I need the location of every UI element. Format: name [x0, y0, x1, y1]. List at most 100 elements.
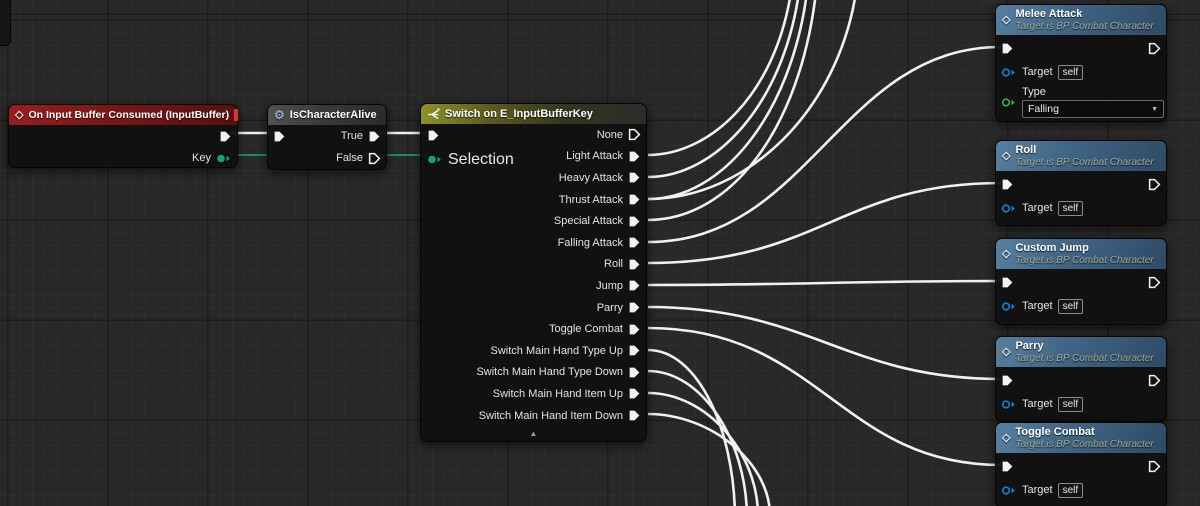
exec-out-pin[interactable]: [219, 130, 232, 143]
target-value-box[interactable]: self: [1058, 397, 1084, 412]
exec-out-pin[interactable]: [628, 236, 641, 249]
switch-output-row: Thrust Attack: [421, 189, 646, 211]
exec-in-pin[interactable]: [1001, 460, 1014, 473]
target-value-box[interactable]: self: [1058, 299, 1084, 314]
type-pin[interactable]: [1001, 97, 1017, 108]
exec-out-pin[interactable]: [628, 344, 641, 357]
exec-out-pin[interactable]: [628, 323, 641, 336]
wire-jump-to-custom-jump: [648, 281, 1001, 285]
exec-out-pin[interactable]: [628, 301, 641, 314]
exec-out-pin[interactable]: [1148, 42, 1161, 55]
event-diamond-icon: ◇: [1002, 249, 1010, 260]
target-value-box[interactable]: self: [1058, 65, 1084, 80]
exec-in-pin[interactable]: [1001, 42, 1014, 55]
delegate-box-icon[interactable]: [234, 109, 238, 121]
collapse-arrow-icon[interactable]: ▲: [421, 426, 646, 441]
node-toggle-combat: ◇ Toggle Combat Target is BP Combat Char…: [995, 422, 1167, 506]
node-is-character-alive: ⚙ IsCharacterAlive True False: [267, 104, 387, 170]
exec-row: [996, 171, 1166, 197]
offscreen-node-corner: [0, 0, 11, 46]
exec-in-pin[interactable]: [1001, 178, 1014, 191]
target-pin[interactable]: [1001, 485, 1017, 496]
selection-pin[interactable]: [427, 154, 443, 165]
node-header[interactable]: ◇ Roll Target is BP Combat Character: [996, 141, 1166, 171]
exec-out-pin[interactable]: [1148, 374, 1161, 387]
switch-output-label: Parry: [597, 302, 623, 314]
node-header[interactable]: Switch on E_InputBufferKey: [421, 104, 646, 124]
wire-roll-to-roll: [648, 183, 1001, 263]
switch-output-label: Switch Main Hand Item Up: [493, 388, 623, 400]
exec-in-pin[interactable]: [427, 129, 440, 142]
switch-output-row: None: [421, 124, 646, 146]
node-header[interactable]: ◇ Melee Attack Target is BP Combat Chara…: [996, 5, 1166, 35]
target-pin-row: Target self: [996, 393, 1166, 415]
true-exec-pin[interactable]: [368, 130, 381, 143]
node-on-input-buffer-consumed: ◇ On Input Buffer Consumed (InputBuffer)…: [8, 104, 238, 168]
exec-out-pin[interactable]: [628, 366, 641, 379]
switch-output-row: Roll: [421, 254, 646, 276]
switch-output-label: Switch Main Hand Type Up: [491, 345, 623, 357]
key-pin[interactable]: [216, 153, 232, 164]
exec-out-pin[interactable]: [628, 128, 641, 141]
exec-out-pin[interactable]: [628, 279, 641, 292]
node-header[interactable]: ⚙ IsCharacterAlive: [268, 105, 386, 125]
node-title: Custom Jump: [1015, 242, 1153, 254]
switch-output-row: Special Attack: [421, 210, 646, 232]
switch-output-label: Heavy Attack: [559, 172, 623, 184]
switch-output-row: Parry: [421, 297, 646, 319]
exec-out-pin[interactable]: [1148, 460, 1161, 473]
switch-output-row: Switch Main Hand Item Down: [421, 405, 646, 427]
node-header[interactable]: ◇ Parry Target is BP Combat Character: [996, 337, 1166, 367]
switch-body: Selection NoneLight AttackHeavy AttackTh…: [421, 124, 646, 441]
exec-in-pin[interactable]: [273, 130, 286, 143]
wire-smh-item-down-offscreen-bottom: [648, 414, 770, 506]
exec-out-pin[interactable]: [1148, 276, 1161, 289]
node-header[interactable]: ◇ On Input Buffer Consumed (InputBuffer): [9, 105, 237, 125]
node-title: Parry: [1015, 340, 1153, 352]
target-value-box[interactable]: self: [1058, 483, 1084, 498]
exec-out-pin[interactable]: [628, 409, 641, 422]
exec-out-pin[interactable]: [628, 387, 641, 400]
event-diamond-icon: ◇: [15, 110, 23, 121]
node-subtitle: Target is BP Combat Character: [1015, 157, 1153, 168]
target-pin-row: Target self: [996, 61, 1166, 83]
switch-output-label: Switch Main Hand Item Down: [479, 410, 623, 422]
target-pin-row: Target self: [996, 197, 1166, 219]
type-pin-row: Type Falling ▼: [996, 83, 1166, 121]
blueprint-graph-canvas[interactable]: ◇ On Input Buffer Consumed (InputBuffer)…: [0, 0, 1200, 506]
node-title: Roll: [1015, 144, 1153, 156]
target-pin-row: Target self: [996, 479, 1166, 501]
exec-row: [996, 269, 1166, 295]
selection-row: Selection: [427, 151, 514, 169]
switch-output-label: Falling Attack: [558, 237, 623, 249]
exec-in-row: [427, 129, 440, 142]
exec-out-pin[interactable]: [628, 150, 641, 163]
exec-out-pin[interactable]: [628, 215, 641, 228]
switch-output-row: Heavy Attack: [421, 167, 646, 189]
event-diamond-icon: ◇: [1002, 347, 1010, 358]
type-dropdown[interactable]: Falling ▼: [1022, 100, 1164, 118]
node-header[interactable]: ◇ Custom Jump Target is BP Combat Charac…: [996, 239, 1166, 269]
wire-falling-attack-to-melee: [648, 47, 1001, 242]
dropdown-caret-icon: ▼: [1151, 106, 1158, 113]
exec-out-pin[interactable]: [628, 171, 641, 184]
node-subtitle: Target is BP Combat Character: [1015, 255, 1153, 266]
node-header[interactable]: ◇ Toggle Combat Target is BP Combat Char…: [996, 423, 1166, 453]
switch-output-label: Special Attack: [554, 215, 623, 227]
target-pin[interactable]: [1001, 203, 1017, 214]
false-exec-pin[interactable]: [368, 152, 381, 165]
exec-out-pin[interactable]: [628, 258, 641, 271]
target-pin[interactable]: [1001, 67, 1017, 78]
target-value-box[interactable]: self: [1058, 201, 1084, 216]
switch-output-label: Toggle Combat: [549, 323, 623, 335]
node-title: IsCharacterAlive: [290, 105, 377, 125]
exec-in-pin[interactable]: [1001, 374, 1014, 387]
node-subtitle: Target is BP Combat Character: [1015, 439, 1153, 450]
exec-in-pin[interactable]: [1001, 276, 1014, 289]
target-pin[interactable]: [1001, 399, 1017, 410]
exec-out-pin[interactable]: [1148, 178, 1161, 191]
switch-output-row: Switch Main Hand Item Up: [421, 383, 646, 405]
target-pin[interactable]: [1001, 301, 1017, 312]
event-diamond-icon: ◇: [1002, 15, 1010, 26]
exec-out-pin[interactable]: [628, 193, 641, 206]
